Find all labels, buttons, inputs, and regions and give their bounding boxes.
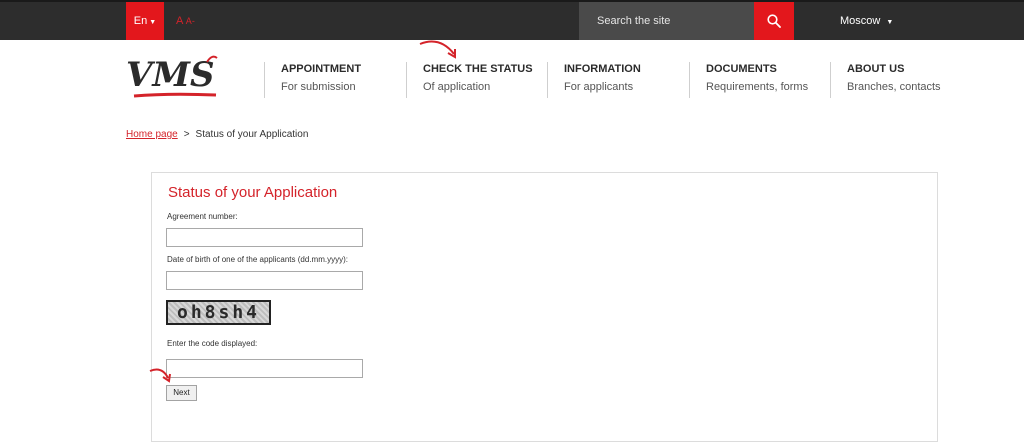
svg-text:VMS: VMS [126,55,215,95]
language-selector[interactable]: En ▼ [126,2,164,40]
nav-subtitle: Of application [423,81,491,93]
nav-item-check-status[interactable]: CHECK THE STATUS Of application [406,62,546,98]
nav-subtitle: For submission [281,81,356,93]
nav-item-information[interactable]: INFORMATION For applicants [547,62,687,98]
vms-logo[interactable]: VMS [124,50,224,102]
logo-image: VMS [126,55,218,98]
nav-title: INFORMATION [564,63,641,75]
captcha-code-input[interactable] [166,359,363,378]
nav-subtitle: For applicants [564,81,634,93]
nav-title: APPOINTMENT [281,63,362,75]
nav-title: ABOUT US [847,63,905,75]
captcha-code-label: Enter the code displayed: [167,339,258,348]
agreement-number-label: Agreement number: [167,212,238,221]
annotation-arrow-icon [149,368,171,383]
nav-subtitle: Branches, contacts [847,81,941,93]
top-bar: En ▼ A A- Search the site Moscow ▼ [0,0,1024,40]
font-size-increase[interactable]: A [176,15,183,27]
breadcrumb-home-link[interactable]: Home page [126,129,178,140]
search-icon [767,14,781,28]
search-input[interactable]: Search the site [579,2,754,40]
language-label: En [133,15,148,27]
breadcrumb-separator: > [183,129,190,140]
captcha-image: oh8sh4 [166,300,271,325]
date-of-birth-input[interactable] [166,271,363,290]
annotation-arrow-icon [419,40,456,59]
breadcrumb: Home page > Status of your Application [126,129,308,140]
agreement-number-input[interactable] [166,228,363,247]
nav-subtitle: Requirements, forms [706,81,809,93]
chevron-down-icon: ▼ [149,19,157,26]
breadcrumb-current: Status of your Application [195,129,309,140]
form-title: Status of your Application [168,184,338,201]
search-button[interactable] [754,2,794,40]
nav-item-documents[interactable]: DOCUMENTS Requirements, forms [689,62,829,98]
city-selector[interactable]: Moscow ▼ [840,2,893,40]
date-of-birth-label: Date of birth of one of the applicants (… [167,255,348,264]
font-size-decrease-minus: - [191,16,195,26]
nav-title: CHECK THE STATUS [423,63,533,75]
font-size-controls: A A- [176,2,195,40]
chevron-down-icon: ▼ [886,19,894,26]
nav-item-appointment[interactable]: APPOINTMENT For submission [264,62,404,98]
font-size-decrease[interactable]: A- [186,16,195,26]
next-button[interactable]: Next [166,385,197,401]
nav-item-about-us[interactable]: ABOUT US Branches, contacts [830,62,980,98]
city-label: Moscow [840,15,881,27]
nav-title: DOCUMENTS [706,63,777,75]
